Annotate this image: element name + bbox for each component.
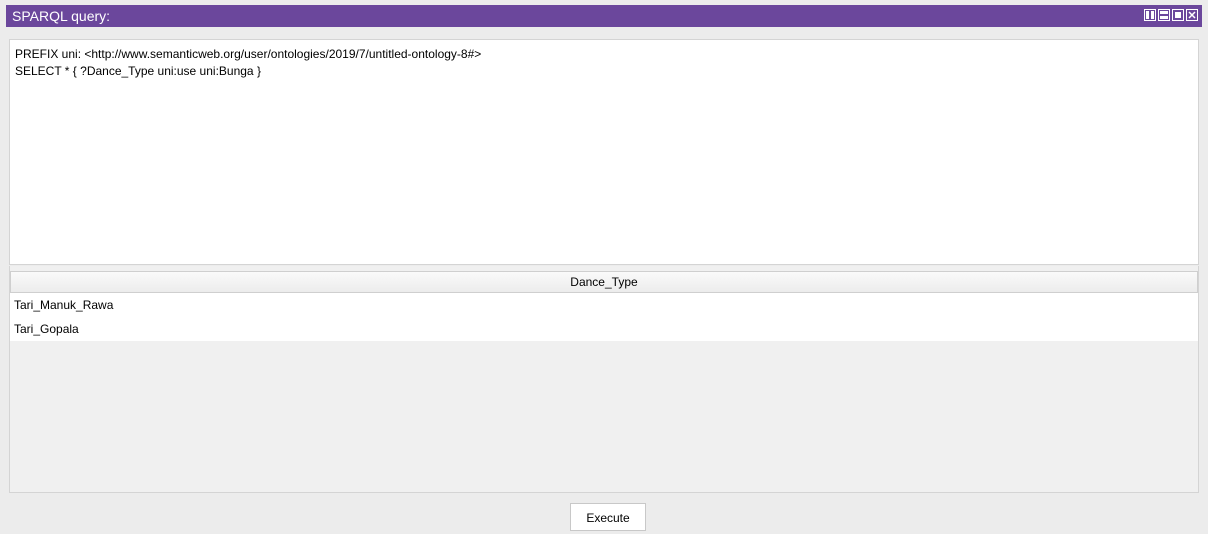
query-line: SELECT * { ?Dance_Type uni:use uni:Bunga…	[15, 64, 261, 78]
query-line: PREFIX uni: <http://www.semanticweb.org/…	[15, 47, 482, 61]
table-row[interactable]: Tari_Gopala	[10, 317, 1198, 341]
maximize-icon[interactable]	[1172, 9, 1184, 21]
split-vertical-icon[interactable]	[1144, 9, 1156, 21]
execute-button[interactable]: Execute	[570, 503, 646, 531]
column-header-dance-type[interactable]: Dance_Type	[10, 271, 1198, 293]
table-row[interactable]: Tari_Manuk_Rawa	[10, 293, 1198, 317]
results-table: Dance_Type Tari_Manuk_Rawa Tari_Gopala	[9, 266, 1199, 493]
window-titlebar: SPARQL query:	[6, 5, 1202, 27]
results-rows: Tari_Manuk_Rawa Tari_Gopala	[10, 293, 1198, 341]
sparql-query-editor[interactable]: PREFIX uni: <http://www.semanticweb.org/…	[9, 39, 1199, 265]
window-controls	[1144, 9, 1198, 23]
split-horizontal-icon[interactable]	[1158, 9, 1170, 21]
sparql-query-window: SPARQL query: PREFIX uni: <http://www.se…	[0, 0, 1208, 534]
window-title: SPARQL query:	[12, 8, 111, 24]
close-icon[interactable]	[1186, 9, 1198, 21]
